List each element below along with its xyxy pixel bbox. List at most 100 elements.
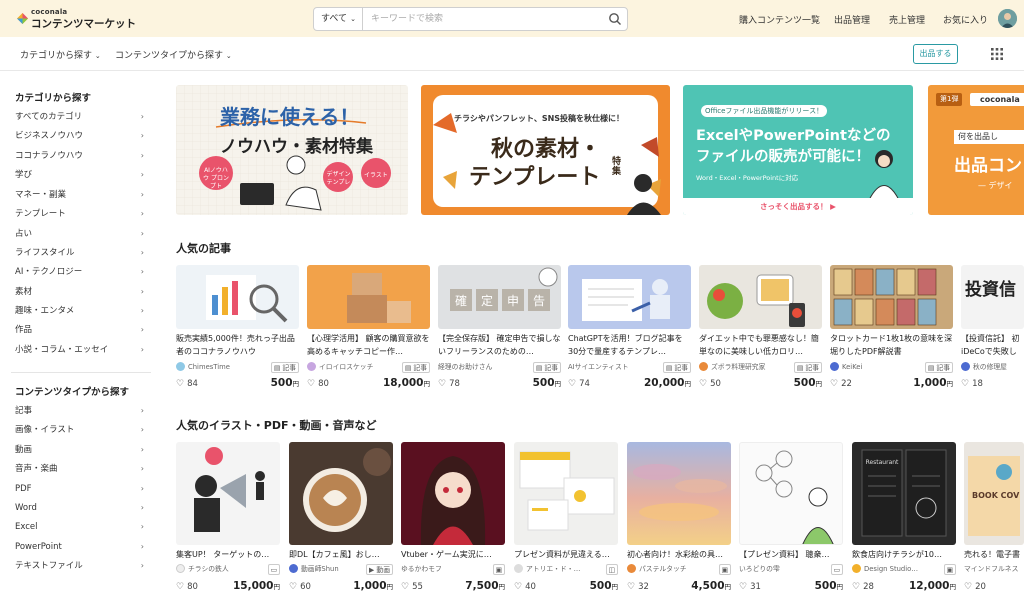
like-count[interactable]: ♡ 32 <box>627 582 649 592</box>
article-thumbnail <box>307 265 430 329</box>
sidebar-item-type-article[interactable]: 記事 › <box>15 404 147 418</box>
chevron-right-icon: › <box>140 542 144 551</box>
like-count[interactable]: ♡ 74 <box>568 379 590 389</box>
search-icon[interactable] <box>608 12 622 26</box>
content-type-label: 記事 <box>413 364 427 372</box>
media-author[interactable]: マインドフルネス <box>964 564 1024 575</box>
like-count[interactable]: ♡ 84 <box>176 379 198 389</box>
sidebar-item-type-image[interactable]: 画像・イラスト › <box>15 423 147 437</box>
sidebar-item-type-pdf[interactable]: PDF › <box>15 482 147 496</box>
media-card[interactable]: BOOK COV 売れる！電子書 マインドフルネス ♡ 20 <box>964 442 1024 602</box>
like-count[interactable]: ♡ 55 <box>401 582 423 592</box>
sidebar-item-label: マネー・副業 <box>15 190 67 200</box>
like-count[interactable]: ♡ 22 <box>830 379 852 389</box>
like-count[interactable]: ♡ 78 <box>438 379 460 389</box>
article-card[interactable]: 投資信 【投資信託】 初 iDeCoで失敗し 秋の修理屋 ♡ 18 <box>961 265 1024 395</box>
search-category-select[interactable]: すべて ⌄ <box>314 8 363 30</box>
heart-icon: ♡ <box>176 582 185 592</box>
sidebar-item-money[interactable]: マネー・副業 › <box>15 188 147 202</box>
like-count-value: 55 <box>412 582 423 592</box>
media-author[interactable]: チラシの鉄人 <box>176 564 256 575</box>
article-author[interactable]: 秋の修理屋 <box>961 362 1024 373</box>
coconala-logo[interactable]: coconala コンテンツマーケット <box>16 8 136 30</box>
chevron-down-icon: ⌄ <box>350 15 356 23</box>
nav-sales-management[interactable]: 売上管理 <box>889 13 925 26</box>
author-avatar <box>961 362 970 371</box>
article-author[interactable]: KeiKei <box>830 362 920 373</box>
like-count[interactable]: ♡ 80 <box>176 582 198 592</box>
like-count[interactable]: ♡ 28 <box>852 582 874 592</box>
sidebar-item-all-categories[interactable]: すべてのカテゴリ › <box>15 110 147 124</box>
article-author[interactable]: 経理のお助けさん <box>438 362 528 373</box>
heart-icon: ♡ <box>699 379 708 389</box>
chevron-right-icon: › <box>140 287 144 296</box>
like-count-value: 40 <box>525 582 536 592</box>
banner-first-listing[interactable]: 第1弾 coconala 何を出品し 出品コン — デザイ <box>928 85 1024 215</box>
banner3-cta[interactable]: さっそく出品する！ ▶ <box>683 198 913 215</box>
media-thumbnail <box>627 442 731 545</box>
banner-autumn-templates[interactable]: チラシやパンフレット、SNS投稿を秋仕様に！ 秋の素材・ テンプレート 特集 <box>421 85 670 215</box>
media-author[interactable]: 動画師Shun <box>289 564 369 575</box>
sidebar-item-type-audio[interactable]: 音声・楽曲 › <box>15 462 147 476</box>
media-author[interactable]: アトリエ・ド・… <box>514 564 594 575</box>
sell-button[interactable]: 出品する <box>913 44 958 64</box>
like-count[interactable]: ♡ 20 <box>964 582 986 592</box>
heart-icon: ♡ <box>401 582 410 592</box>
article-author[interactable]: AIサイエンティスト <box>568 362 658 373</box>
article-title: ChatGPTを活用！ブログ記事を30分で量産するテンプレ… <box>568 334 683 356</box>
sidebar-item-fortune[interactable]: 占い › <box>15 227 147 241</box>
article-author[interactable]: イロイロスケッチ <box>307 362 397 373</box>
user-avatar[interactable] <box>998 9 1017 28</box>
sidebar-item-template[interactable]: テンプレート › <box>15 207 147 221</box>
chevron-right-icon: › <box>140 267 144 276</box>
banner-business-knowhow[interactable]: 業務に使える！ ノウハウ・素材特集 AIノウハウ プロンプト デザイン テンプレ… <box>176 85 408 215</box>
media-author[interactable]: ゆるかわモフ <box>401 564 481 575</box>
sidebar-item-label: 小説・コラム・エッセイ <box>15 345 109 355</box>
sidebar-item-materials[interactable]: 素材 › <box>15 285 147 299</box>
sidebar-item-hobby[interactable]: 趣味・エンタメ › <box>15 304 147 318</box>
like-count[interactable]: ♡ 80 <box>307 379 329 389</box>
media-author[interactable]: Design Studio… <box>852 564 932 575</box>
author-avatar <box>176 362 185 371</box>
price-unit: 円 <box>946 380 954 388</box>
sidebar-item-type-powerpoint[interactable]: PowerPoint › <box>15 540 147 554</box>
nav-purchased-contents[interactable]: 購入コンテンツ一覧 <box>739 13 820 26</box>
sidebar-item-learning[interactable]: 学び › <box>15 168 147 182</box>
sidebar-item-type-text[interactable]: テキストファイル › <box>15 559 147 573</box>
media-author[interactable]: パステルタッチ <box>627 564 707 575</box>
like-count[interactable]: ♡ 50 <box>699 379 721 389</box>
sidebar-item-novel[interactable]: 小説・コラム・エッセイ › <box>15 343 147 357</box>
article-author[interactable]: ChimesTime <box>176 362 266 373</box>
like-count[interactable]: ♡ 40 <box>514 582 536 592</box>
author-avatar <box>514 564 523 573</box>
sidebar-item-lifestyle[interactable]: ライフスタイル › <box>15 246 147 260</box>
app-grid-icon[interactable] <box>991 48 1003 60</box>
banner-office-files[interactable]: Officeファイル出品機能がリリース！ ExcelやPowerPointなどの… <box>683 85 913 215</box>
sidebar-item-ai-tech[interactable]: AI・テクノロジー › <box>15 265 147 279</box>
sidebar-item-label: 画像・イラスト <box>15 425 75 435</box>
browse-by-category-link[interactable]: カテゴリから探す ⌄ <box>20 48 101 61</box>
like-count[interactable]: ♡ 31 <box>739 582 761 592</box>
content-type-badge: ▤ 記事 <box>662 362 691 373</box>
sidebar-item-type-word[interactable]: Word › <box>15 501 147 515</box>
sidebar-item-label: すべてのカテゴリ <box>15 112 83 122</box>
price-value: 18,000 <box>382 377 424 389</box>
sidebar-item-business[interactable]: ビジネスノウハウ › <box>15 129 147 143</box>
like-count[interactable]: ♡ 60 <box>289 582 311 592</box>
nav-favorites[interactable]: お気に入り <box>943 13 988 26</box>
sidebar-item-coconala[interactable]: ココナラノウハウ › <box>15 149 147 163</box>
media-author[interactable]: いろどりの雫 <box>739 564 819 575</box>
sidebar-item-works[interactable]: 作品 › <box>15 323 147 337</box>
content-type-label: 記事 <box>805 364 819 372</box>
search-bar: すべて ⌄ <box>313 7 628 31</box>
sidebar-item-type-excel[interactable]: Excel › <box>15 520 147 534</box>
chevron-down-icon: ⌄ <box>94 52 101 60</box>
article-author[interactable]: ズボラ料理研究家 <box>699 362 789 373</box>
browse-by-type-link[interactable]: コンテンツタイプから探す ⌄ <box>115 48 232 61</box>
sidebar-item-type-video[interactable]: 動画 › <box>15 443 147 457</box>
nav-listing-management[interactable]: 出品管理 <box>834 13 870 26</box>
article-thumbnail: 確定申告 <box>438 265 561 329</box>
search-input[interactable] <box>364 8 600 30</box>
like-count[interactable]: ♡ 18 <box>961 379 983 389</box>
article-title: 【投資信託】 初 iDeCoで失敗し <box>961 334 1020 356</box>
